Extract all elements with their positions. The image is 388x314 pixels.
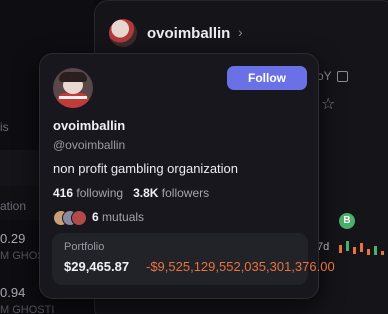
app-stage: is ation 0.29 M GHOSTI 0.94 M GHOSTI ovo…	[0, 0, 388, 314]
list-item-subtext: M GHOSTI	[0, 304, 55, 314]
star-icon[interactable]: ☆	[321, 94, 335, 114]
copy-icon[interactable]	[337, 71, 348, 82]
list-item-value: 0.94	[0, 285, 26, 300]
portfolio-change: -$9,525,129,552,035,301,376.00	[146, 259, 335, 274]
mutual-avatars[interactable]	[53, 210, 89, 226]
avatar	[71, 210, 87, 226]
profile-username[interactable]: ovoimballin	[53, 118, 125, 133]
profile-handle: @ovoimballin	[53, 138, 126, 152]
mutuals-count: 6	[92, 210, 99, 224]
profile-popover: Follow ovoimballin @ovoimballin non prof…	[39, 53, 335, 299]
following-label[interactable]: following	[76, 186, 123, 200]
profile-bio: non profit gambling organization	[53, 161, 239, 176]
mutuals-label: mutuals	[102, 210, 145, 224]
portfolio-value: $29,465.87	[64, 259, 130, 274]
avatar[interactable]	[53, 68, 93, 108]
list-item-value: 0.29	[0, 231, 26, 246]
followers-count[interactable]: 3.8K	[133, 186, 158, 200]
list-item-text: is	[0, 120, 9, 134]
handle-fragment: oY	[317, 69, 332, 83]
list-item-text: ation	[0, 199, 27, 213]
mutuals-text[interactable]: 6 mutuals	[92, 210, 144, 224]
profile-username[interactable]: ovoimballin	[147, 25, 230, 42]
portfolio-box: Portfolio $29,465.87 -$9,525,129,552,035…	[52, 233, 335, 285]
profile-stats: 416 following 3.8K followers	[53, 186, 209, 200]
following-count[interactable]: 416	[53, 186, 73, 200]
portfolio-label: Portfolio	[64, 241, 105, 253]
avatar[interactable]	[109, 19, 137, 47]
follow-button[interactable]: Follow	[227, 66, 307, 90]
chevron-right-icon[interactable]: ›	[238, 24, 243, 40]
badge-b: B	[339, 213, 355, 229]
followers-label[interactable]: followers	[162, 186, 209, 200]
